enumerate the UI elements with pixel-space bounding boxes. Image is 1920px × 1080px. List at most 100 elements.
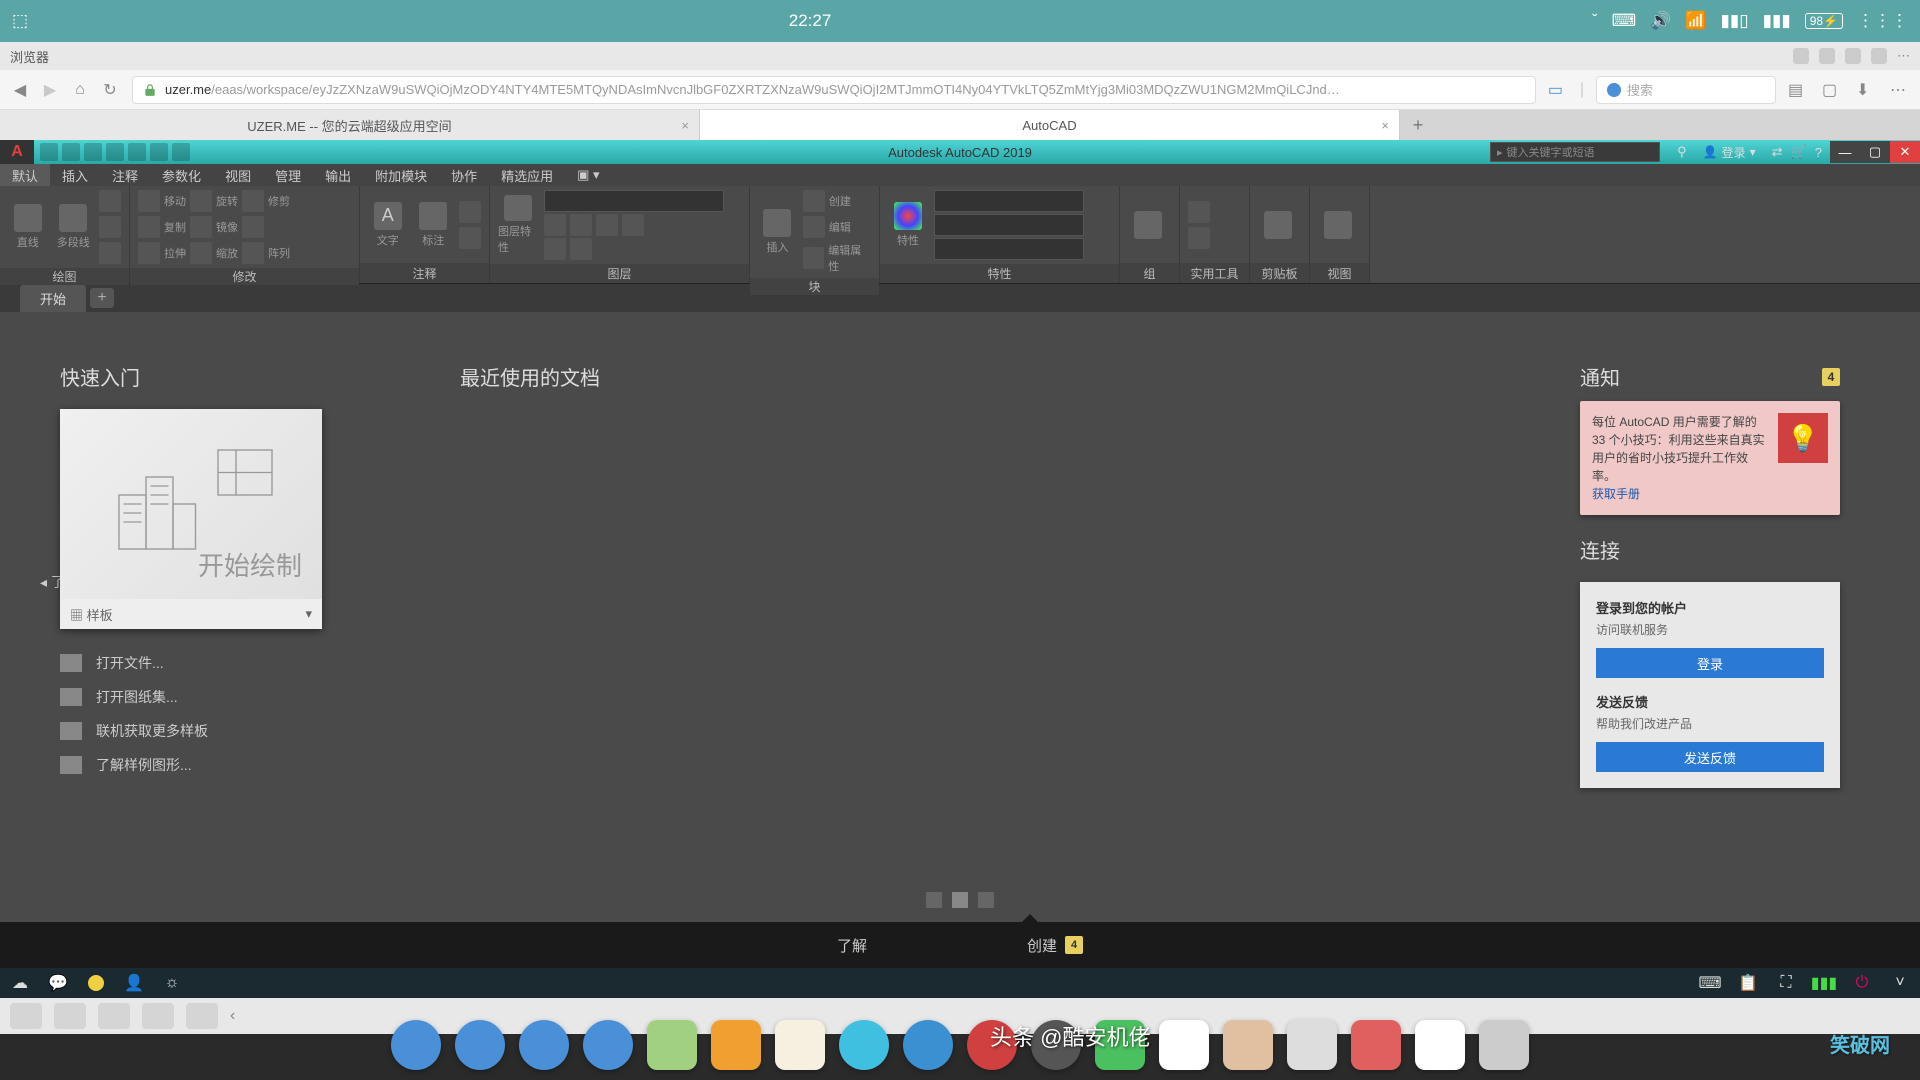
ribbon-tab-view[interactable]: 视图: [213, 164, 263, 186]
chat-icon[interactable]: 💬: [48, 973, 68, 993]
list-view-icon[interactable]: [926, 892, 942, 908]
browser-fullscreen-icon[interactable]: [1845, 48, 1861, 64]
paste-button[interactable]: [1258, 195, 1298, 255]
color-dropdown[interactable]: [934, 190, 1084, 212]
new-tab-button[interactable]: +: [1400, 110, 1436, 140]
saveas-icon[interactable]: [106, 143, 124, 161]
close-button[interactable]: ✕: [1890, 141, 1920, 163]
ribbon-tab-annotate[interactable]: 注释: [100, 164, 150, 186]
dock-calculator[interactable]: [1287, 1020, 1337, 1070]
mirror-button[interactable]: [190, 216, 212, 238]
online-templates-link[interactable]: 联机获取更多样板: [60, 721, 400, 741]
dock-app-7[interactable]: [839, 1020, 889, 1070]
forward-button[interactable]: ▶: [40, 80, 60, 100]
ribbon-tab-parametric[interactable]: 参数化: [150, 164, 213, 186]
dock-app-1[interactable]: [455, 1020, 505, 1070]
browser-max-icon[interactable]: [1819, 48, 1835, 64]
trim-button[interactable]: [242, 190, 264, 212]
fillet-button[interactable]: [242, 216, 264, 238]
dimension-button[interactable]: 标注: [414, 195, 454, 255]
open-sheetset-link[interactable]: 打开图纸集...: [60, 687, 400, 707]
grid-view-icon[interactable]: [952, 892, 968, 908]
dock-app-4[interactable]: [647, 1020, 697, 1070]
rect-button[interactable]: [99, 242, 121, 264]
brightness-icon[interactable]: ☼: [162, 973, 182, 993]
layer-prev-icon[interactable]: [570, 238, 592, 260]
linetype-dropdown[interactable]: [934, 238, 1084, 260]
dock-app-15[interactable]: [1351, 1020, 1401, 1070]
rotate-button[interactable]: [190, 190, 212, 212]
book-icon[interactable]: ▢: [1822, 80, 1842, 100]
doc-tab-start[interactable]: 开始: [20, 285, 86, 312]
circle-button[interactable]: [99, 190, 121, 212]
dock-app-13[interactable]: [1223, 1020, 1273, 1070]
layer-lock-icon[interactable]: [596, 214, 618, 236]
browser-close-icon[interactable]: [1871, 48, 1887, 64]
nav-recent-icon[interactable]: [10, 1003, 42, 1029]
cart-icon[interactable]: 🛒: [1791, 144, 1807, 160]
nav-create[interactable]: 创建 4: [1027, 935, 1083, 956]
nav-pip-icon[interactable]: [186, 1003, 218, 1029]
new-doc-button[interactable]: +: [90, 288, 114, 308]
dock-app-launcher[interactable]: [391, 1020, 441, 1070]
chevron-down-icon[interactable]: ˇ: [1592, 11, 1598, 31]
help-icon[interactable]: ?: [1815, 145, 1822, 160]
get-handbook-link[interactable]: 获取手册: [1592, 487, 1640, 501]
dock-app-3[interactable]: [583, 1020, 633, 1070]
browser-min-icon[interactable]: [1793, 48, 1809, 64]
dock-weibo[interactable]: [1415, 1020, 1465, 1070]
layer-props-button[interactable]: 图层特性: [498, 195, 538, 255]
stretch-button[interactable]: [138, 242, 160, 264]
table-button[interactable]: [459, 227, 481, 249]
minimize-button[interactable]: —: [1830, 141, 1860, 163]
dock-app-5[interactable]: [711, 1020, 761, 1070]
browser-more-icon[interactable]: ⋯: [1897, 48, 1910, 64]
measure-icon[interactable]: [1188, 201, 1210, 223]
back-button[interactable]: ◀: [10, 80, 30, 100]
dock-app-8[interactable]: [903, 1020, 953, 1070]
device-icon[interactable]: ▭: [1548, 80, 1568, 100]
download-icon[interactable]: ⬇: [1856, 80, 1876, 100]
block-attr-icon[interactable]: [803, 247, 824, 269]
reader-icon[interactable]: ▤: [1788, 80, 1808, 100]
ribbon-tab-default[interactable]: 默认: [0, 164, 50, 186]
group-button[interactable]: [1128, 195, 1168, 255]
ribbon-tab-collab[interactable]: 协作: [439, 164, 489, 186]
ribbon-tab-output[interactable]: 输出: [313, 164, 363, 186]
send-feedback-button[interactable]: 发送反馈: [1596, 742, 1824, 772]
nav-home-icon[interactable]: [54, 1003, 86, 1029]
keyboard-icon[interactable]: ⌨: [1700, 973, 1720, 993]
cloud-icon[interactable]: ☁: [10, 973, 30, 993]
leader-button[interactable]: [459, 201, 481, 223]
infocenter-icon[interactable]: ⚲: [1677, 144, 1687, 160]
layer-off-icon[interactable]: [622, 214, 644, 236]
ribbon-tab-extra[interactable]: ▣ ▾: [565, 164, 611, 186]
login-button[interactable]: 登录: [1596, 648, 1824, 678]
new-file-icon[interactable]: [40, 143, 58, 161]
detail-view-icon[interactable]: [978, 892, 994, 908]
autocad-app-menu[interactable]: A: [0, 140, 34, 164]
layer-state-dropdown[interactable]: [544, 190, 724, 212]
start-drawing-card[interactable]: 开始绘制 ▦ 样板 ▾: [60, 409, 322, 629]
open-file-icon[interactable]: [62, 143, 80, 161]
layer-iso-icon[interactable]: [544, 214, 566, 236]
menu-icon[interactable]: ⋯: [1890, 80, 1910, 100]
nav-learn[interactable]: 了解: [837, 935, 867, 956]
layer-freeze-icon[interactable]: [570, 214, 592, 236]
close-icon[interactable]: ×: [681, 118, 689, 133]
lineweight-dropdown[interactable]: [934, 214, 1084, 236]
arc-button[interactable]: [99, 216, 121, 238]
layer-match-icon[interactable]: [544, 238, 566, 260]
signin-button[interactable]: 👤 登录 ▾: [1695, 144, 1764, 161]
app-grid-icon[interactable]: ⋮⋮⋮: [1857, 11, 1908, 31]
sample-drawings-link[interactable]: 了解样例图形...: [60, 755, 400, 775]
user-settings-icon[interactable]: 👤: [124, 973, 144, 993]
collapse-icon[interactable]: ˅: [1890, 973, 1910, 993]
chevron-left-icon[interactable]: ‹: [230, 1007, 235, 1025]
browser-tab-uzer[interactable]: UZER.ME -- 您的云端超级应用空间 ×: [0, 110, 700, 140]
home-button[interactable]: ⌂: [70, 80, 90, 100]
plot-icon[interactable]: [128, 143, 146, 161]
array-button[interactable]: [242, 242, 264, 264]
nav-split-icon[interactable]: [142, 1003, 174, 1029]
redo-icon[interactable]: [172, 143, 190, 161]
